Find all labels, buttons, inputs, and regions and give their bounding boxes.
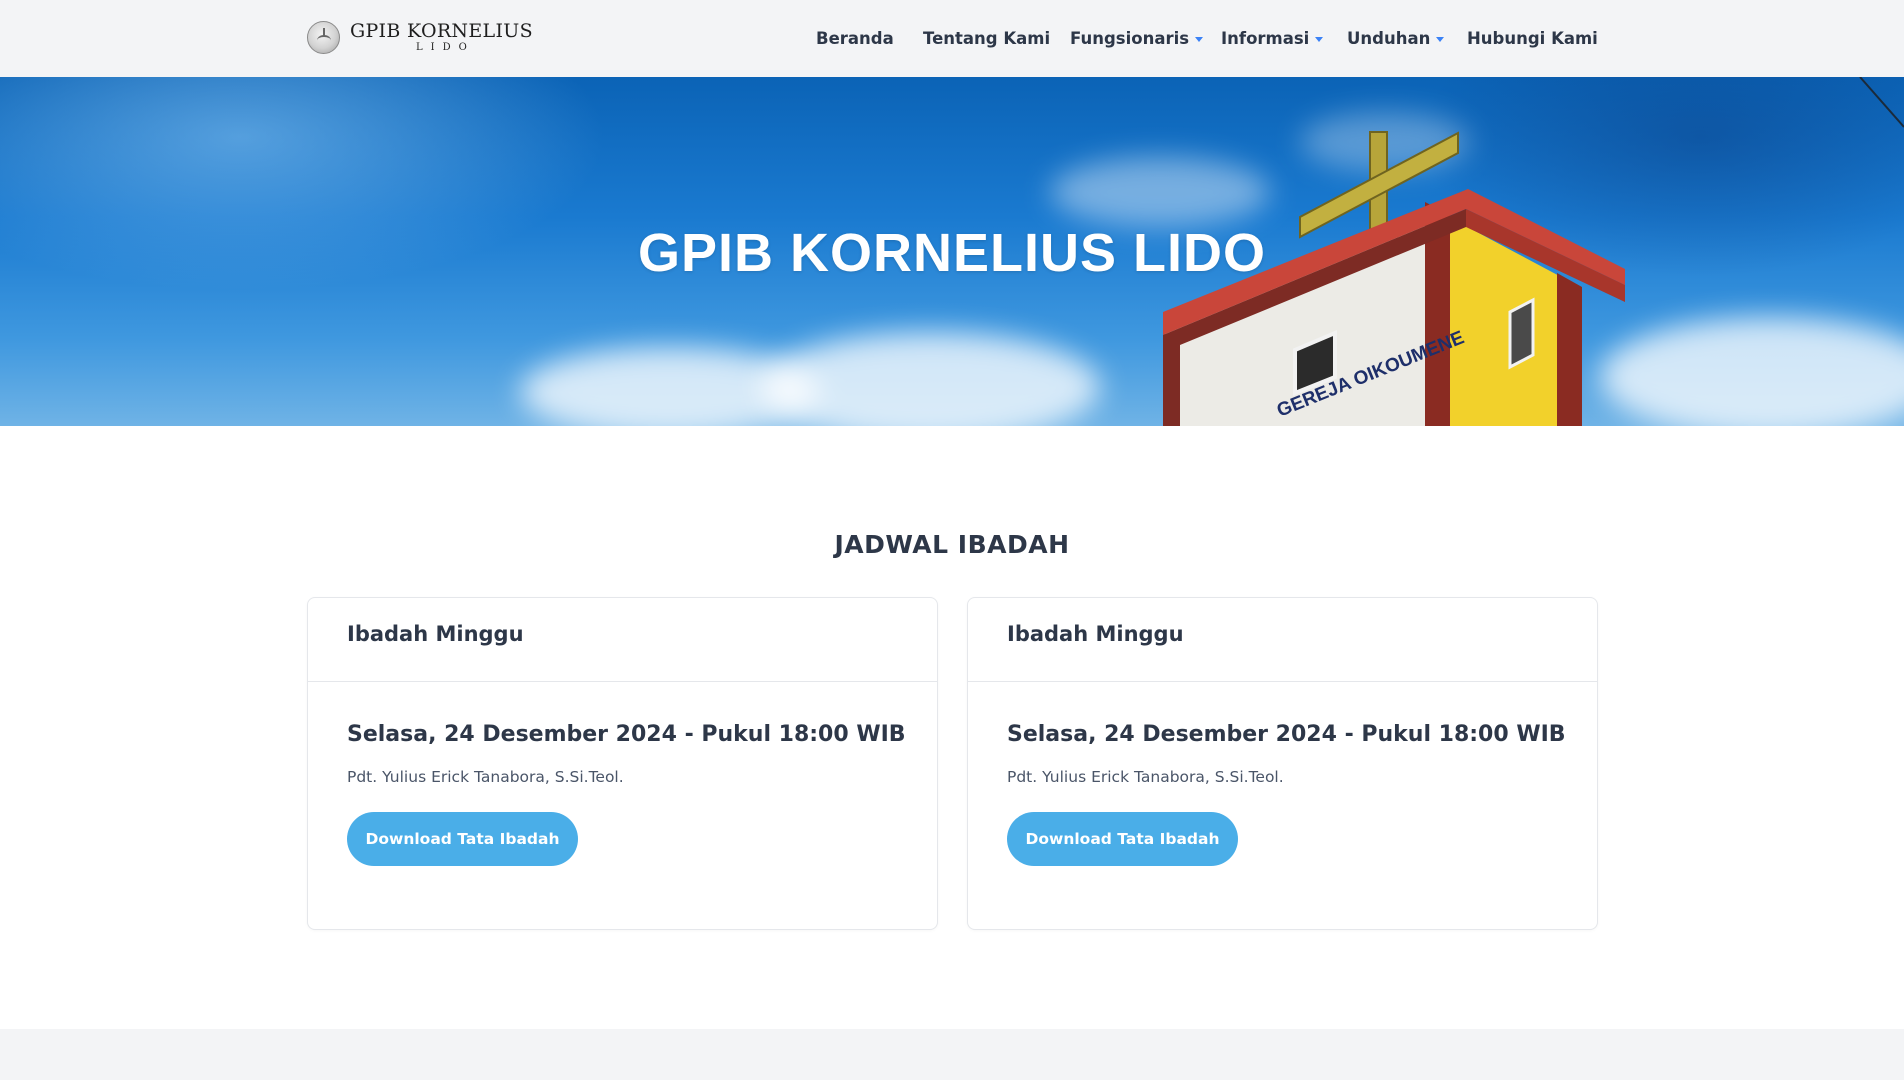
nav-label: Tentang Kami <box>923 29 1051 48</box>
navbar: GPIB KORNELIUS LIDO Beranda Tentang Kami… <box>0 0 1904 77</box>
card-heading: Ibadah Minggu <box>968 598 1597 682</box>
brand-subname: LIDO <box>416 41 475 53</box>
download-tata-ibadah-button[interactable]: Download Tata Ibadah <box>1007 812 1238 866</box>
caret-down-icon <box>1436 37 1445 42</box>
footer-section <box>0 1029 1904 1080</box>
nav-label: Hubungi Kami <box>1467 29 1598 48</box>
nav-item-informasi[interactable]: Informasi <box>1221 0 1324 77</box>
nav-label: Unduhan <box>1347 29 1431 48</box>
card-date: Selasa, 24 Desember 2024 - Pukul 18:00 W… <box>1007 722 1566 747</box>
schedule-card: Ibadah Minggu Selasa, 24 Desember 2024 -… <box>307 597 938 930</box>
card-heading: Ibadah Minggu <box>308 598 937 682</box>
brand-name: GPIB KORNELIUS <box>350 19 533 42</box>
hero-title: GPIB KORNELIUS LIDO <box>637 223 1267 283</box>
nav-item-tentang-kami[interactable]: Tentang Kami <box>923 0 1050 77</box>
nav-item-beranda[interactable]: Beranda <box>816 0 894 77</box>
caret-down-icon <box>1195 37 1204 42</box>
card-date: Selasa, 24 Desember 2024 - Pukul 18:00 W… <box>347 722 906 747</box>
nav-item-unduhan[interactable]: Unduhan <box>1347 0 1445 77</box>
brand-wordmark: GPIB KORNELIUS LIDO <box>350 19 533 53</box>
brand-logo-link[interactable]: GPIB KORNELIUS LIDO <box>307 19 533 55</box>
nav-item-hubungi-kami[interactable]: Hubungi Kami <box>1467 0 1598 77</box>
caret-down-icon <box>1315 37 1324 42</box>
card-pastor: Pdt. Yulius Erick Tanabora, S.Si.Teol. <box>347 768 624 786</box>
section-title-jadwal: JADWAL IBADAH <box>834 530 1070 559</box>
nav-label: Fungsionaris <box>1070 29 1190 48</box>
church-emblem-icon <box>307 20 340 54</box>
card-pastor: Pdt. Yulius Erick Tanabora, S.Si.Teol. <box>1007 768 1284 786</box>
nav-item-fungsionaris[interactable]: Fungsionaris <box>1070 0 1204 77</box>
nav-label: Informasi <box>1221 29 1310 48</box>
nav-label: Beranda <box>816 29 894 48</box>
hero-banner: GEREJA OIKOUMENE GPIB KORNELIUS LIDO <box>0 77 1904 426</box>
download-tata-ibadah-button[interactable]: Download Tata Ibadah <box>347 812 578 866</box>
schedule-card: Ibadah Minggu Selasa, 24 Desember 2024 -… <box>967 597 1598 930</box>
